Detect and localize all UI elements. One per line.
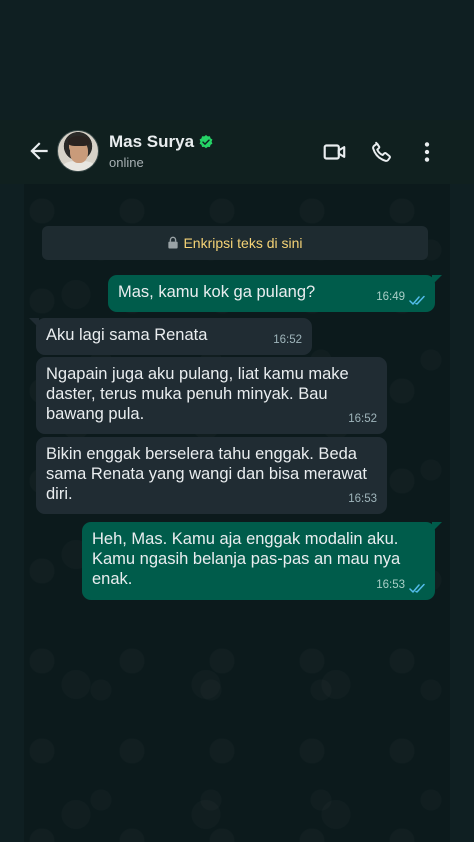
more-options-icon[interactable] [414,139,440,165]
message-time: 16:53 [348,493,377,505]
encryption-notice-text: Enkripsi teks di sini [183,235,303,251]
verified-badge-icon [199,135,213,149]
encryption-notice[interactable]: Enkripsi teks di sini [42,226,428,260]
message-time: 16:52 [348,413,377,425]
chat-header: Mas Surya online [0,120,474,184]
message-text: Ngapain juga aku pulang, liat kamu make … [46,365,349,423]
contact-name[interactable]: Mas Surya [109,132,194,152]
read-receipt-icon [409,295,425,305]
video-call-icon[interactable] [322,139,348,165]
message-time: 16:53 [376,579,405,591]
message-text: Bikin enggak berselera tahu enggak. Beda… [46,445,368,503]
message-time: 16:49 [376,291,405,303]
message-text: Heh, Mas. Kamu aja enggak modalin aku. K… [92,530,401,588]
message-bubble-incoming[interactable]: Ngapain juga aku pulang, liat kamu make … [36,357,387,434]
back-arrow-icon[interactable] [26,138,52,164]
message-bubble-outgoing[interactable]: Heh, Mas. Kamu aja enggak modalin aku. K… [82,522,442,600]
message-bubble-incoming[interactable]: Bikin enggak berselera tahu enggak. Beda… [36,437,387,514]
message-text: Aku lagi sama Renata [46,326,208,344]
read-receipt-icon [409,583,425,593]
message-bubble-outgoing[interactable]: Mas, kamu kok ga pulang? 16:49 [108,275,442,312]
contact-status: online [109,155,144,170]
message-bubble-incoming[interactable]: Aku lagi sama Renata 16:52 [29,318,312,355]
lock-icon [168,236,179,249]
message-text: Mas, kamu kok ga pulang? [118,283,316,301]
message-time: 16:52 [273,334,302,346]
voice-call-icon[interactable] [369,139,395,165]
avatar[interactable] [57,130,99,172]
